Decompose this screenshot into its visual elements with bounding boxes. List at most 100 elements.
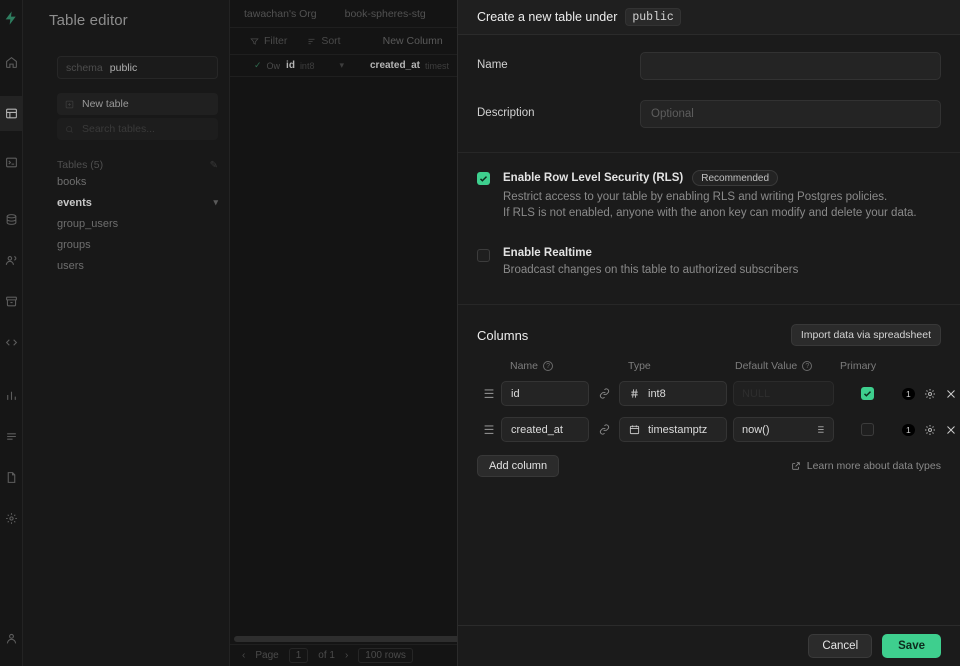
foreign-key-link-icon[interactable]	[595, 381, 613, 406]
table-name-input[interactable]	[640, 52, 941, 80]
table-row: ☰ int8 NULL	[477, 372, 955, 406]
sort-label: Sort	[321, 35, 341, 47]
sidebar-item-table-editor[interactable]	[0, 96, 23, 131]
header-name: Name	[510, 360, 539, 372]
rls-description-line-2: If RLS is not enabled, anyone with the a…	[503, 207, 917, 219]
settings-count-badge: 1	[902, 423, 915, 436]
sidebar-item-account[interactable]	[0, 621, 23, 656]
save-button[interactable]: Save	[882, 634, 941, 658]
basic-fields-section: Name Description	[458, 35, 960, 152]
sidebar-item-authentication[interactable]	[0, 243, 23, 278]
learn-more-link[interactable]: Learn more about data types	[791, 460, 941, 472]
header-type: Type	[628, 360, 651, 372]
primary-key-checkbox[interactable]	[860, 423, 874, 436]
list-item[interactable]: events ▾	[57, 192, 218, 213]
next-page-button[interactable]: ›	[345, 650, 348, 661]
new-table-button[interactable]: New table	[57, 93, 218, 115]
sidebar-item-logs[interactable]	[0, 419, 23, 454]
column-name: created_at	[369, 60, 421, 71]
sidebar-item-storage[interactable]	[0, 284, 23, 319]
name-field-row: Name	[477, 35, 941, 80]
rls-checkbox[interactable]	[477, 172, 490, 185]
page-title: Table editor	[49, 12, 128, 29]
row-actions: 1	[902, 387, 957, 400]
gear-icon[interactable]	[924, 388, 936, 400]
filter-label: Filter	[264, 35, 288, 47]
foreign-key-link-icon[interactable]	[595, 417, 613, 442]
new-column-button[interactable]: New Column	[383, 35, 443, 47]
page-input[interactable]: 1	[288, 648, 309, 663]
drag-handle-icon[interactable]: ☰	[477, 423, 501, 437]
list-item[interactable]: groups	[57, 234, 218, 255]
rows-per-page-select[interactable]: 100 rows	[358, 648, 413, 663]
gear-icon[interactable]	[924, 424, 936, 436]
create-table-modal: Create a new table under public Name Des…	[457, 0, 960, 666]
list-item[interactable]: users	[57, 255, 218, 276]
filter-icon	[250, 37, 259, 46]
list-item[interactable]: group_users	[57, 213, 218, 234]
columns-footer-row: Add column Learn more about data types	[477, 442, 941, 477]
column-name: id	[286, 60, 295, 71]
sidebar-item-database[interactable]	[0, 202, 23, 237]
sidebar-item-sql-editor[interactable]	[0, 145, 23, 180]
prev-page-button[interactable]: ‹	[242, 650, 245, 661]
settings-count-badge: 1	[902, 387, 915, 400]
column-type-select[interactable]: int8	[619, 381, 727, 406]
table-row: ☰ timestamptz now()	[477, 406, 955, 442]
breadcrumb-org[interactable]: tawachan's Org	[244, 8, 317, 20]
import-spreadsheet-button[interactable]: Import data via spreadsheet	[790, 324, 941, 346]
grid-row-selector[interactable]: ✓ Ow	[230, 60, 280, 71]
column-default-value-input[interactable]: now()	[733, 417, 834, 442]
sort-button[interactable]: Sort	[307, 35, 341, 47]
supabase-logo-icon[interactable]	[2, 9, 20, 27]
column-default-value-input[interactable]: NULL	[733, 381, 834, 406]
sort-icon	[307, 37, 316, 46]
help-icon[interactable]: ?	[543, 361, 554, 371]
help-icon[interactable]: ?	[802, 361, 813, 371]
table-name: group_users	[57, 217, 119, 230]
columns-table-headers: Name ? Type Default Value ? Primary	[477, 346, 941, 372]
header-default-value: Default Value	[735, 360, 798, 372]
remove-column-button[interactable]	[945, 424, 957, 436]
remove-column-button[interactable]	[945, 388, 957, 400]
sidebar-item-settings[interactable]	[0, 501, 23, 536]
primary-key-checkbox[interactable]	[860, 387, 874, 400]
schema-selector[interactable]: schema public	[57, 56, 218, 79]
list-item[interactable]: books	[57, 171, 218, 192]
realtime-option[interactable]: Enable Realtime Broadcast changes on thi…	[477, 221, 941, 278]
status-badge: Recommended	[692, 170, 779, 186]
breadcrumb-project[interactable]: book-spheres-stg	[345, 8, 426, 20]
grid-header-cell[interactable]: created_at timest	[344, 60, 449, 71]
column-type-value: timestamptz	[648, 423, 708, 436]
chevron-down-icon[interactable]: ▾	[213, 197, 218, 208]
filter-button[interactable]: Filter	[250, 35, 287, 47]
sidebar-item-docs[interactable]	[0, 460, 23, 495]
grid-header-cell[interactable]: id int8 ▾	[280, 60, 344, 71]
calendar-icon	[629, 424, 640, 435]
learn-more-label: Learn more about data types	[806, 460, 941, 472]
column-name-input[interactable]	[501, 417, 589, 442]
description-label: Description	[477, 107, 535, 119]
search-tables-field[interactable]: Search tables...	[57, 118, 218, 140]
icon-rail	[0, 0, 23, 666]
rls-option[interactable]: Enable Row Level Security (RLS) Recommen…	[477, 153, 941, 221]
tables-header-row: Tables (5) ✎	[57, 159, 218, 171]
primary-key-cell	[834, 387, 900, 400]
sidebar-item-api[interactable]	[0, 325, 23, 360]
default-value-placeholder: NULL	[742, 387, 771, 400]
add-column-button[interactable]: Add column	[477, 455, 560, 477]
column-type: timest	[425, 60, 450, 71]
cancel-button[interactable]: Cancel	[808, 634, 873, 658]
column-name-input[interactable]	[501, 381, 589, 406]
columns-header: Columns Import data via spreadsheet	[477, 305, 941, 346]
sidebar-item-reports[interactable]	[0, 378, 23, 413]
realtime-checkbox[interactable]	[477, 249, 490, 262]
table-description-input[interactable]	[640, 100, 941, 128]
sidebar-item-home[interactable]	[0, 45, 23, 80]
column-type-select[interactable]: timestamptz	[619, 417, 727, 442]
chevron-down-icon[interactable]: ▾	[319, 60, 344, 71]
edit-icon[interactable]: ✎	[210, 160, 218, 171]
drag-handle-icon[interactable]: ☰	[477, 387, 501, 401]
realtime-text: Enable Realtime Broadcast changes on thi…	[490, 247, 798, 278]
list-options-icon[interactable]	[814, 424, 825, 435]
